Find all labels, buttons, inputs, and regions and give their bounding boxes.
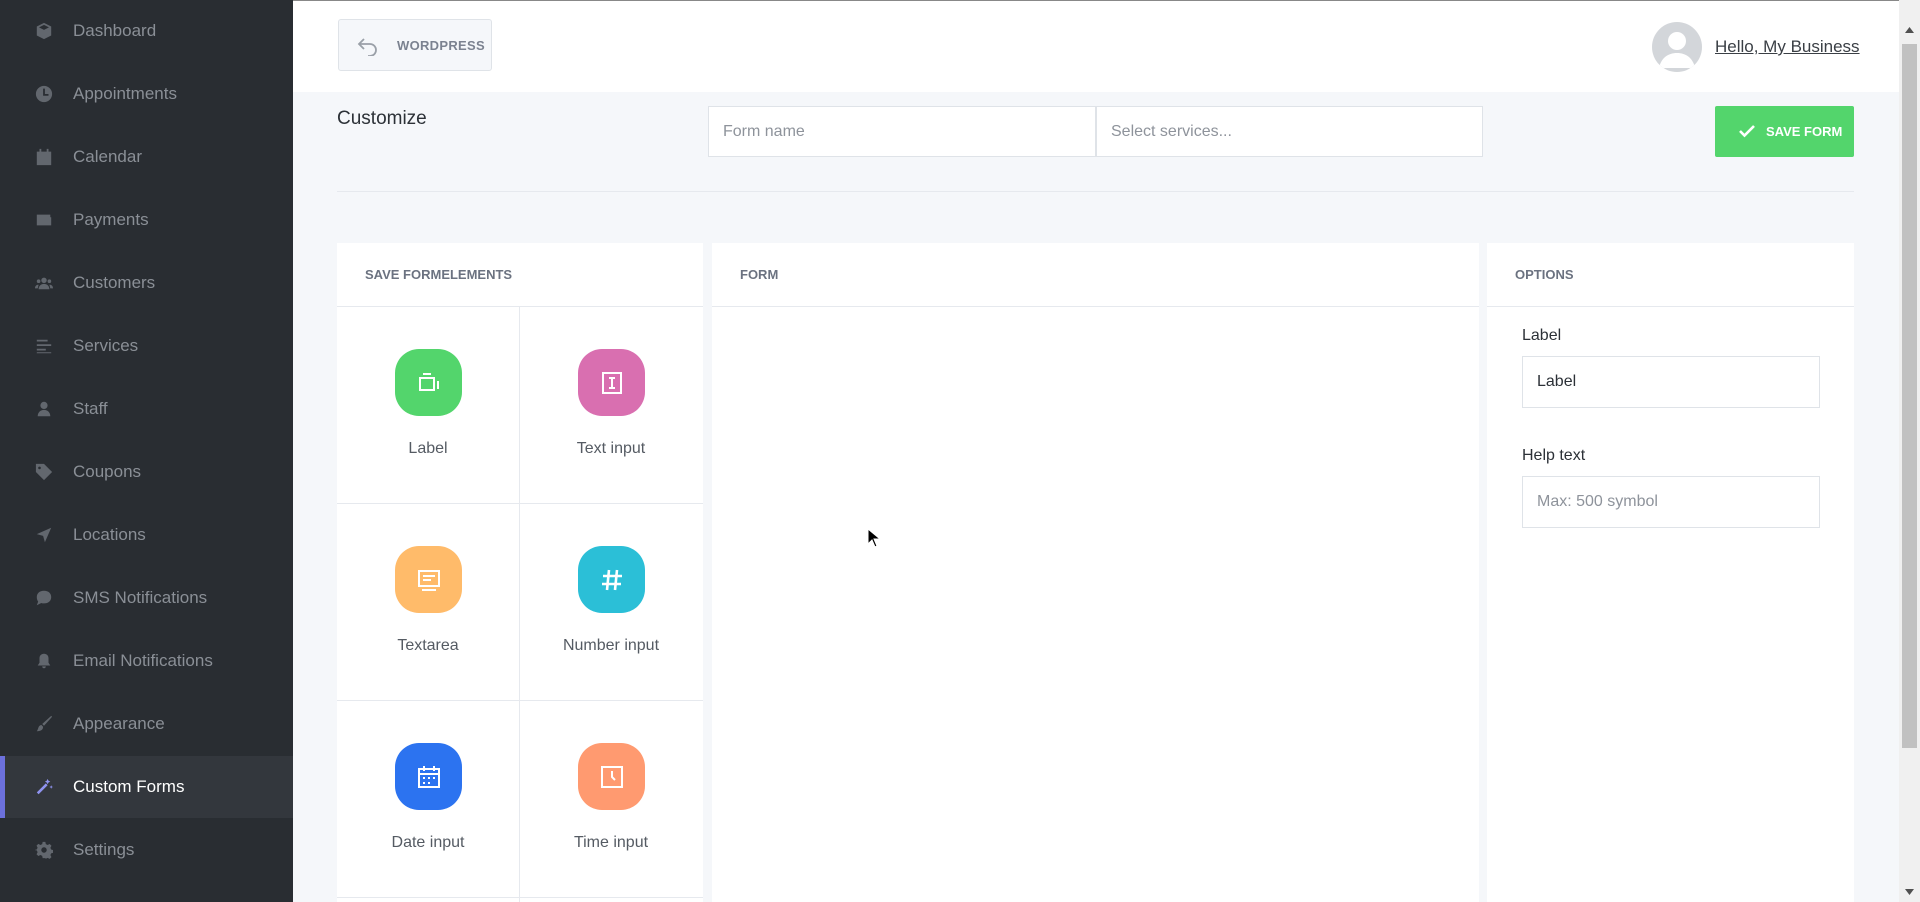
page-title: Customize — [337, 108, 427, 129]
select-services-dropdown[interactable]: Select services... — [1096, 106, 1483, 157]
element-date-input[interactable]: Date input — [337, 701, 520, 898]
options-panel: OPTIONS Label Label Help text Max: 500 s… — [1487, 243, 1854, 902]
sidebar-item-calendar[interactable]: Calendar — [0, 126, 293, 188]
sidebar-item-label: Coupons — [73, 462, 142, 481]
sidebar-item-label: Customers — [73, 273, 156, 292]
element-label[interactable]: Label — [337, 307, 520, 504]
sidebar-item-custom-forms[interactable]: Custom Forms — [0, 756, 293, 818]
sidebar-item-label: Email Notifications — [73, 651, 213, 670]
sidebar-item-staff[interactable]: Staff — [0, 378, 293, 440]
bell-icon — [35, 652, 53, 670]
element-time-input[interactable]: Time input — [520, 701, 703, 898]
label-caption: Label — [1522, 327, 1562, 344]
magic-wand-icon — [35, 778, 53, 796]
sidebar-item-label: Locations — [73, 525, 146, 544]
element-textarea-text: Textarea — [397, 637, 459, 654]
scrollbar-thumb[interactable] — [1902, 44, 1917, 748]
user-greeting-link[interactable]: Hello, My Business — [1715, 37, 1860, 57]
sidebar-item-label: Payments — [73, 210, 149, 229]
element-label-text: Label — [408, 440, 448, 457]
tag-icon — [35, 463, 53, 481]
textarea-element-icon — [395, 546, 462, 613]
comment-icon — [35, 589, 53, 607]
check-icon — [1739, 125, 1755, 138]
element-time-input-text: Time input — [573, 834, 649, 851]
sidebar: Dashboard Appointments Calendar Payments… — [0, 0, 293, 902]
hash-icon — [578, 546, 645, 613]
element-text-input-text: Text input — [576, 440, 646, 457]
sidebar-item-label: Staff — [73, 399, 108, 418]
sidebar-item-label: Services — [73, 336, 139, 355]
sidebar-item-appearance[interactable]: Appearance — [0, 693, 293, 755]
element-textarea[interactable]: Textarea — [337, 504, 520, 701]
sidebar-item-label: SMS Notifications — [73, 588, 208, 607]
element-number-input[interactable]: Number input — [520, 504, 703, 701]
sidebar-item-coupons[interactable]: Coupons — [0, 441, 293, 503]
mouse-cursor-icon — [867, 528, 881, 548]
calendar-check-icon — [35, 148, 53, 166]
form-elements-panel-title: SAVE FORMELEMENTS — [337, 243, 703, 307]
sidebar-item-email-notifications[interactable]: Email Notifications — [0, 630, 293, 692]
clock-icon — [578, 743, 645, 810]
back-arrow-icon — [357, 38, 377, 56]
save-form-label: SAVE FORM — [1766, 124, 1843, 139]
scroll-up-arrow-icon[interactable] — [1899, 20, 1920, 40]
page-scrollbar[interactable] — [1899, 0, 1920, 902]
cube-icon — [35, 22, 53, 40]
divider — [337, 191, 1854, 192]
save-form-button[interactable]: SAVE FORM — [1715, 106, 1854, 157]
form-name-input[interactable]: Form name — [708, 106, 1096, 157]
clock-icon — [35, 85, 53, 103]
label-input[interactable]: Label — [1522, 356, 1820, 408]
brush-icon — [35, 715, 53, 733]
label-element-icon — [395, 349, 462, 416]
form-panel-title: FORM — [712, 243, 1479, 307]
element-number-input-text: Number input — [562, 637, 660, 654]
sidebar-item-services[interactable]: Services — [0, 315, 293, 377]
user-avatar-icon — [1659, 32, 1695, 68]
user-icon — [35, 400, 53, 418]
wordpress-label: WORDPRESS — [397, 37, 485, 53]
top-bar: WORDPRESS Hello, My Business — [293, 0, 1899, 92]
location-arrow-icon — [35, 526, 53, 544]
sidebar-item-appointments[interactable]: Appointments — [0, 63, 293, 125]
form-canvas-panel[interactable]: FORM — [712, 243, 1479, 902]
users-icon — [35, 274, 53, 292]
sidebar-item-label: Appointments — [73, 84, 177, 103]
scroll-down-arrow-icon[interactable] — [1899, 882, 1920, 902]
wordpress-back-button[interactable]: WORDPRESS — [338, 19, 492, 71]
sidebar-item-payments[interactable]: Payments — [0, 189, 293, 251]
sidebar-item-settings[interactable]: Settings — [0, 819, 293, 881]
list-icon — [35, 337, 53, 355]
wallet-icon — [35, 211, 53, 229]
element-text-input[interactable]: Text input — [520, 307, 703, 504]
element-cell-partial — [520, 898, 703, 902]
sidebar-item-customers[interactable]: Customers — [0, 252, 293, 314]
sidebar-item-dashboard[interactable]: Dashboard — [0, 0, 293, 62]
help-text-caption: Help text — [1522, 447, 1586, 464]
help-text-input[interactable]: Max: 500 symbol — [1522, 476, 1820, 528]
sidebar-item-label: Appearance — [73, 714, 165, 733]
avatar[interactable] — [1652, 22, 1702, 72]
options-panel-title: OPTIONS — [1487, 243, 1854, 307]
gear-icon — [35, 841, 53, 859]
text-input-element-icon — [578, 349, 645, 416]
sidebar-item-label: Dashboard — [73, 21, 157, 40]
sidebar-item-label: Custom Forms — [73, 777, 185, 796]
sidebar-item-locations[interactable]: Locations — [0, 504, 293, 566]
element-date-input-text: Date input — [391, 834, 465, 851]
form-elements-panel: SAVE FORMELEMENTS Label Text input Texta… — [337, 243, 703, 902]
sidebar-item-label: Settings — [73, 840, 135, 859]
sidebar-item-label: Calendar — [73, 147, 142, 166]
element-cell-partial — [337, 898, 520, 902]
sidebar-item-sms-notifications[interactable]: SMS Notifications — [0, 567, 293, 629]
calendar-icon — [395, 743, 462, 810]
